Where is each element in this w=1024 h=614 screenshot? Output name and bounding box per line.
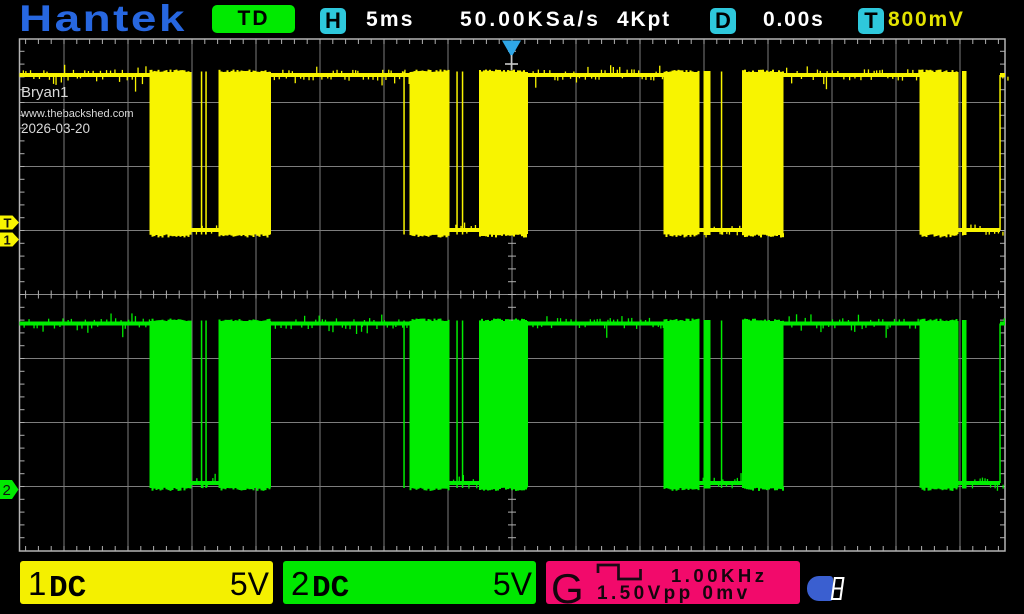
- svg-text:T: T: [4, 216, 12, 231]
- svg-text:2: 2: [3, 482, 11, 499]
- svg-text:1: 1: [4, 233, 11, 248]
